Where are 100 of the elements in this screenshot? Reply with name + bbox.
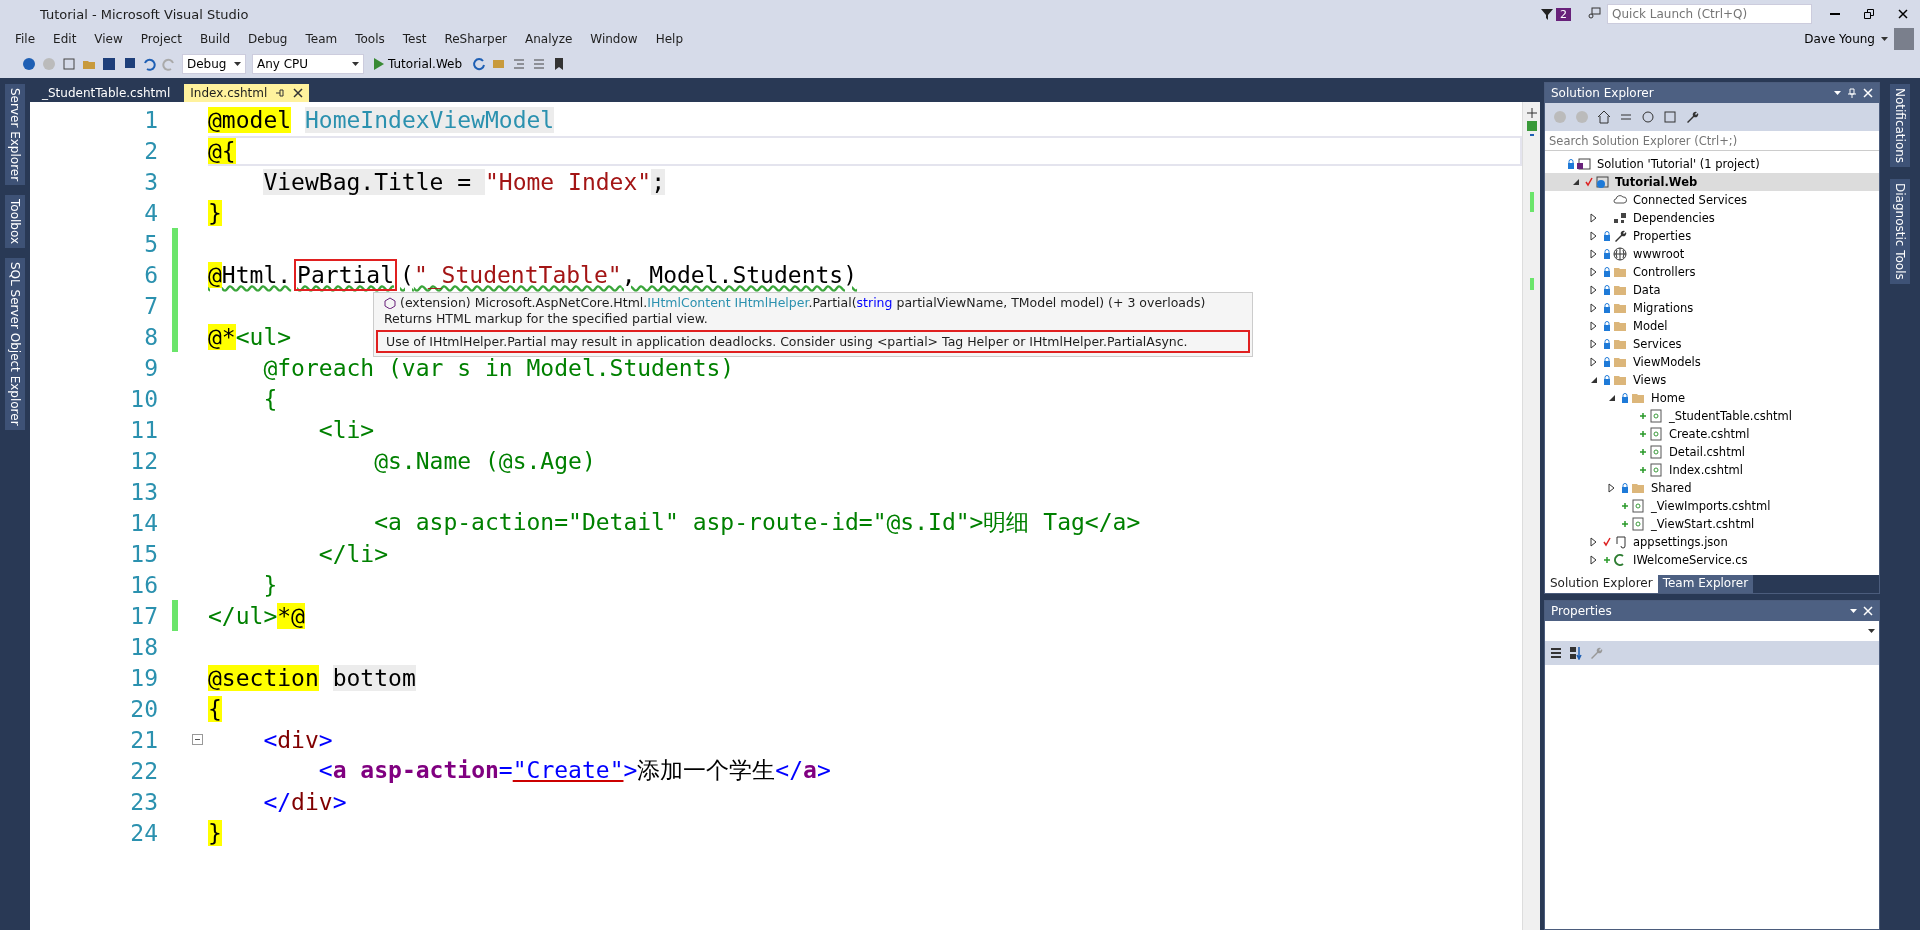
line-number: 8 [143,323,158,350]
tree-item[interactable]: Properties [1545,227,1879,245]
tree-item[interactable]: Dependencies [1545,209,1879,227]
line-number: 11 [129,416,158,443]
line-number: 9 [143,354,158,381]
tree-item[interactable]: _ViewStart.cshtml [1545,515,1879,533]
file-icon [1631,517,1645,531]
menu-item[interactable]: File [6,32,45,46]
tree-item[interactable]: Detail.cshtml [1545,443,1879,461]
scrollbar[interactable] [1522,102,1540,930]
line-number: 12 [129,447,158,474]
line-number: 1 [143,106,158,133]
tree-item[interactable]: _StudentTable.cshtml [1545,407,1879,425]
close-icon [1898,9,1908,19]
menu-item[interactable]: Test [393,32,436,46]
tree-item[interactable]: Services [1545,335,1879,353]
caret-icon [1834,91,1841,95]
side-tab[interactable]: SQL Server Object Explorer [5,258,25,430]
editor-tab[interactable]: _StudentTable.cshtml [36,84,177,102]
restore-icon [1864,9,1874,19]
line-number: 7 [143,292,158,319]
tree-item[interactable]: wwwroot [1545,245,1879,263]
tree-item[interactable]: Connected Services [1545,191,1879,209]
folder-icon [1613,301,1627,315]
search-field[interactable]: Search Solution Explorer (Ctrl+;) [1545,131,1879,151]
avatar-placeholder [1894,28,1914,50]
quick-launch-field[interactable]: Quick Launch (Ctrl+Q) [1607,4,1812,24]
folder-icon [1631,481,1645,495]
menu-item[interactable]: View [85,32,132,46]
code-editor[interactable] [30,102,1540,930]
menu-item[interactable]: Debug [239,32,297,46]
tree-item[interactable]: ViewModels [1545,353,1879,371]
close-icon [1863,606,1873,616]
wrench-icon [1589,646,1603,660]
user-name[interactable]: Dave Young [1804,32,1875,46]
code-line: <a asp-action="Create">添加一个学生</a> [317,756,832,785]
code-line: @section bottom [208,663,417,693]
side-tab[interactable]: Server Explorer [5,84,25,186]
code-line: </div> [262,787,348,817]
folder-icon [1613,319,1627,333]
menu-item[interactable]: Build [190,32,239,46]
tree-item[interactable]: Model [1545,317,1879,335]
pin-icon [275,88,286,98]
globe-icon [1613,247,1627,261]
scroll-icon [1613,535,1627,549]
code-line: @{ [208,135,1522,166]
back-icon [22,57,36,71]
line-number: 19 [129,664,158,691]
tree-item[interactable]: Shared [1545,479,1879,497]
tree-item[interactable]: Controllers [1545,263,1879,281]
menu-item[interactable]: Window [581,32,647,46]
menu-item[interactable]: Help [646,32,692,46]
line-number: 22 [129,757,158,784]
menu-item[interactable]: Team [296,32,347,46]
notification-count[interactable]: 2 [1556,7,1571,21]
menu-item[interactable]: Edit [44,32,86,46]
tree-item[interactable]: Tutorial.Web [1545,173,1879,191]
tree-item[interactable]: Data [1545,281,1879,299]
code-line: @model HomeIndexViewModel [208,105,556,135]
tree-item[interactable]: Home [1545,389,1879,407]
folder-icon [1613,265,1627,279]
menu-item[interactable]: Project [131,32,191,46]
save-icon [102,57,116,71]
blocks-icon [1613,211,1627,225]
line-number: 17 [129,602,158,629]
side-tab[interactable]: Diagnostic Tools [1890,179,1910,284]
home-icon [1597,110,1611,124]
side-tab[interactable]: Notifications [1890,84,1910,168]
forward-icon [42,57,56,71]
funnel-icon [1540,7,1554,21]
folder-icon [1613,373,1627,387]
line-number: 6 [143,261,158,288]
tree-item[interactable]: Views [1545,371,1879,389]
tree-item[interactable]: appsettings.json [1545,533,1879,551]
tree-item[interactable]: _ViewImports.cshtml [1545,497,1879,515]
editor-tab[interactable]: Index.cshtml [184,84,310,102]
tree-item[interactable]: Solution 'Tutorial' (1 project) [1545,155,1879,173]
panel-tab[interactable]: Team Explorer [1657,575,1754,593]
side-tab[interactable]: Toolbox [5,195,25,249]
menu-item[interactable]: Tools [346,32,394,46]
tree-item[interactable]: Index.cshtml [1545,461,1879,479]
run-button[interactable]: Tutorial.Web [370,57,467,71]
configuration-dropdown[interactable]: Debug [182,54,246,74]
folder-icon [1631,391,1645,405]
tree-item[interactable]: Create.cshtml [1545,425,1879,443]
menu-item[interactable]: ReSharper [435,32,517,46]
line-number: 15 [129,540,158,567]
platform-dropdown[interactable]: Any CPU [252,54,364,74]
solution-icon [1577,157,1591,171]
method-signature: (extension) Microsoft.AspNetCore.Html.IHtmlContent IHtmlHelper.Partial(string partialViewName, TModel model) (+ 3 overloads) [400,295,1206,310]
tree-item[interactable]: IWelcomeService.cs [1545,551,1879,569]
panel-tab[interactable]: Solution Explorer [1545,575,1658,593]
line-number: 16 [129,571,158,598]
menu-item[interactable]: Analyze [516,32,582,46]
code-line: </ul>*@ [208,601,306,631]
split-icon [1526,108,1537,118]
caret-icon [1881,37,1888,41]
tree-item[interactable]: Migrations [1545,299,1879,317]
web-project-icon [1595,175,1609,189]
cube-icon [384,296,396,309]
